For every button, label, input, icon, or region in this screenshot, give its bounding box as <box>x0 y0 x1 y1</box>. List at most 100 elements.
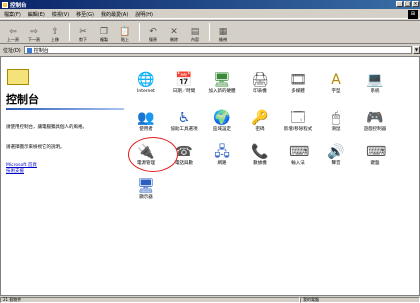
item-label: 密碼 <box>255 127 265 132</box>
paste-button[interactable]: 📋 貼上 <box>115 21 135 43</box>
menu-favorites[interactable]: 我的最愛(A) <box>101 11 128 18</box>
network-icon: 🖧 <box>214 144 230 160</box>
item-label: 滑鼠 <box>331 127 341 132</box>
item-label: 數據機 <box>253 161 267 166</box>
hint-text: 請選擇圖示來檢視它的說明。 <box>6 145 65 150</box>
control-panel-item-sounds[interactable]: 🔊 聲音 <box>316 143 356 177</box>
status-zone: 我的電腦 <box>300 297 420 303</box>
menu-go[interactable]: 移至(G) <box>76 11 94 18</box>
ime-icon: ⌨ <box>289 144 310 160</box>
menu-view[interactable]: 檢視(V) <box>52 11 69 18</box>
undo-button[interactable]: ↶ 復原 <box>143 21 163 43</box>
control-panel-item-printers[interactable]: 🖨 印表機 <box>240 71 280 105</box>
item-label: 聲音 <box>331 161 341 166</box>
delete-x-icon: ✕ <box>170 27 178 37</box>
tech-support-link[interactable]: 技術支援 <box>6 169 24 174</box>
control-panel-item-multimedia[interactable]: 🎞 多媒體 <box>278 71 318 105</box>
control-panel-item-regional[interactable]: 🌍 區域設定 <box>202 109 242 143</box>
item-label: 系統 <box>370 89 380 94</box>
control-panel-item-fonts[interactable]: A 字型 <box>316 71 356 105</box>
control-panel-item-accessibility[interactable]: ♿ 協助工具選項 <box>164 109 204 143</box>
multimedia-icon: 🎞 <box>289 72 307 88</box>
accessibility-icon: ♿ <box>177 110 191 126</box>
datetime-icon: 📅 <box>175 72 193 88</box>
maximize-button[interactable]: □ <box>404 1 411 7</box>
keyboard-icon: ⌨ <box>366 144 387 160</box>
microsoft-home-link[interactable]: Microsoft 首頁 <box>6 163 37 168</box>
system-icon: 💻 <box>366 72 384 88</box>
telephony-icon: 📞 <box>251 144 269 160</box>
item-label: 印表機 <box>253 89 267 94</box>
clipboard-icon: 📋 <box>119 27 131 37</box>
addremove-icon: 🗔 <box>290 110 306 126</box>
address-bar: 位址(D) 控制台 ▼ <box>0 45 420 55</box>
back-arrow-icon: ⇦ <box>9 27 17 37</box>
item-label: 顯示器 <box>139 195 153 200</box>
title-bar: 控制台 _ □ × <box>0 0 420 9</box>
address-label: 位址(D) <box>3 47 21 54</box>
control-panel-item-gamectrl[interactable]: 🎮 遊戲控制器 <box>355 109 395 143</box>
toolbar-divider <box>139 23 140 41</box>
windows-logo-icon: ⊞ <box>408 10 418 19</box>
item-label: 日期／時間 <box>172 89 196 94</box>
regional-icon: 🌍 <box>213 110 231 126</box>
printers-icon: 🖨 <box>251 72 269 88</box>
toolbar-divider <box>69 23 70 41</box>
control-panel-item-network[interactable]: 🖧 網路 <box>202 143 242 177</box>
control-panel-item-passwords[interactable]: 🔑 密碼 <box>240 109 280 143</box>
internet-icon: 🌐 <box>137 72 155 88</box>
window-title: 控制台 <box>10 2 27 9</box>
status-count: 21 個物件 <box>0 297 300 303</box>
menu-edit[interactable]: 編輯(E) <box>28 11 45 18</box>
address-input[interactable]: 控制台 <box>23 46 412 54</box>
copy-button[interactable]: ❐ 複製 <box>94 21 114 43</box>
cut-button[interactable]: ✂ 剪下 <box>73 21 93 43</box>
up-button[interactable]: ⇧ 上移 <box>45 21 65 43</box>
control-panel-item-datetime[interactable]: 📅 日期／時間 <box>164 71 204 105</box>
properties-button[interactable]: ▤ 內容 <box>185 21 205 43</box>
back-button[interactable]: ⇦ 上一頁 <box>3 21 23 43</box>
copy-icon: ❐ <box>99 27 109 37</box>
control-panel-small-icon <box>26 47 32 53</box>
forward-arrow-icon: ⇨ <box>30 27 38 37</box>
control-panel-item-addremove[interactable]: 🗔 新增/移除程式 <box>278 109 318 143</box>
web-view-pane: 控制台 請使用控制台，讓電腦獨具個人的風格。 請選擇圖示來檢視它的說明。 Mic… <box>1 57 129 295</box>
minimize-button[interactable]: _ <box>396 1 403 7</box>
menu-help[interactable]: 說明(H) <box>135 11 153 18</box>
control-panel-item-ime[interactable]: ⌨ 輸入法 <box>278 143 318 177</box>
undo-icon: ↶ <box>149 27 157 37</box>
item-label: 鍵盤 <box>370 161 380 166</box>
delete-button[interactable]: ✕ 刪除 <box>164 21 184 43</box>
address-dropdown-button[interactable]: ▼ <box>413 46 420 54</box>
forward-button[interactable]: ⇨ 下一頁 <box>24 21 44 43</box>
control-panel-item-keyboard[interactable]: ⌨ 鍵盤 <box>355 143 395 177</box>
passwords-icon: 🔑 <box>251 110 269 126</box>
status-bar: 21 個物件 我的電腦 <box>0 297 420 303</box>
control-panel-folder-icon <box>7 69 29 85</box>
address-value: 控制台 <box>33 47 49 54</box>
control-panel-item-display[interactable]: 🖥 顯示器 <box>126 177 166 211</box>
sounds-icon: 🔊 <box>327 144 345 160</box>
properties-icon: ▤ <box>190 27 200 37</box>
toolbar: ⇦ 上一頁 ⇨ 下一頁 ⇧ 上移 ✂ 剪下 ❐ 複製 📋 貼上 ↶ 復原 ✕ 刪除 ▤ 內容 ▦ 檢… <box>0 20 420 44</box>
item-label: 遊戲控制器 <box>363 127 387 132</box>
close-button[interactable]: × <box>412 1 419 7</box>
control-panel-item-system[interactable]: 💻 系統 <box>355 71 395 105</box>
display-icon: 🖥 <box>137 178 155 194</box>
description-text: 請使用控制台，讓電腦獨具個人的風格。 <box>6 125 87 130</box>
views-icon: ▦ <box>218 27 228 37</box>
views-button[interactable]: ▦ 檢視 <box>213 21 233 43</box>
fonts-icon: A <box>331 72 341 88</box>
item-label: 多媒體 <box>291 89 305 94</box>
control-panel-item-addhw[interactable]: 🖥 加入新的硬體 <box>202 71 242 105</box>
window-controls: _ □ × <box>396 1 419 7</box>
control-panel-icon <box>2 1 8 8</box>
control-panel-item-mouse[interactable]: 🖱 滑鼠 <box>316 109 356 143</box>
pane-title: 控制台 <box>6 93 39 106</box>
item-label: 輸入法 <box>291 161 305 166</box>
menu-file[interactable]: 檔案(F) <box>4 11 21 18</box>
control-panel-item-telephony[interactable]: 📞 數據機 <box>240 143 280 177</box>
item-label: 字型 <box>331 89 341 94</box>
control-panel-item-internet[interactable]: 🌐 Internet <box>126 71 166 105</box>
folder-view: 控制台 請使用控制台，讓電腦獨具個人的風格。 請選擇圖示來檢視它的說明。 Mic… <box>0 56 420 296</box>
